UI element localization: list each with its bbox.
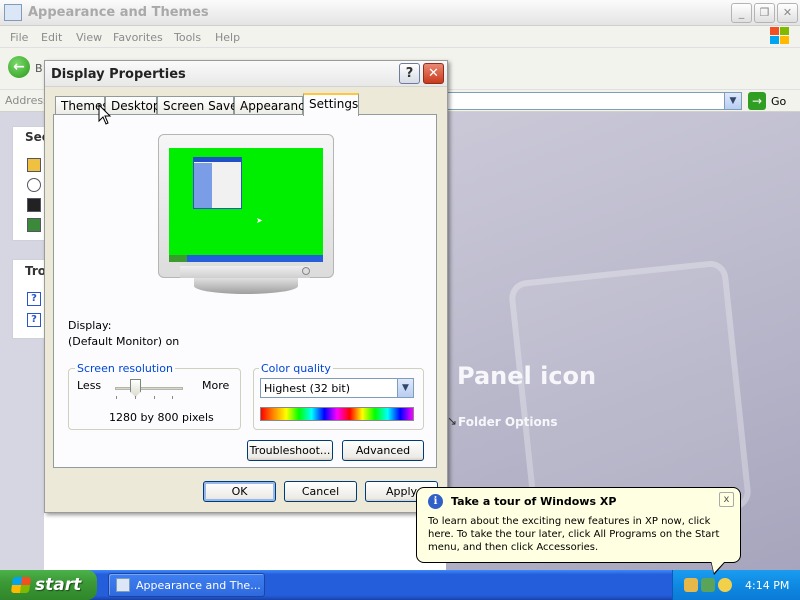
tab-appearance[interactable]: Appearance [234,96,312,115]
address-label: Address [5,94,49,107]
minimize-icon[interactable]: _ [731,3,752,23]
tab-settings[interactable]: Settings [303,93,359,116]
menu-help[interactable]: Help [215,31,240,44]
font-icon[interactable] [27,198,41,212]
chevron-down-icon[interactable]: ▼ [724,92,742,110]
monitor-bezel-bottom [180,266,310,278]
folder-options-link[interactable]: Folder Options [458,415,557,429]
bullet-arrow-icon: ↘ [447,414,458,428]
menu-file[interactable]: File [10,31,28,44]
ok-button[interactable]: OK [203,481,276,502]
back-arrow-icon[interactable]: ← [8,56,30,78]
folder-window-icon[interactable] [116,578,130,592]
color-quality-value[interactable]: Highest (32 bit) [264,382,350,395]
address-input[interactable] [446,92,742,110]
slider-tick [172,396,173,399]
folder-icon[interactable] [27,158,41,172]
tray-network-icon[interactable] [684,578,698,592]
balloon-title[interactable]: Take a tour of Windows XP [451,495,616,508]
monitor-stand [194,278,298,294]
mouse-icon[interactable] [27,178,41,192]
slider-tick [154,396,155,399]
go-arrow-icon[interactable]: → [748,92,766,110]
menu-tools[interactable]: Tools [174,31,201,44]
display-value: (Default Monitor) on [68,335,180,348]
taskbar-window-label[interactable]: Appearance and The... [136,579,261,592]
preview-window-sidebar [194,163,212,208]
close-icon[interactable]: ✕ [777,3,798,23]
windows-logo-icon[interactable] [10,577,32,593]
back-button-label[interactable]: B [35,62,43,75]
screen-resolution-label: Screen resolution [75,362,175,375]
windows-flag-icon [770,27,789,44]
dialog-title: Display Properties [51,67,186,82]
tray-security-icon[interactable] [701,578,715,592]
go-button-label[interactable]: Go [771,95,786,108]
explorer-app-icon [4,4,22,21]
picture-icon[interactable] [27,218,41,232]
less-label: Less [77,379,102,392]
start-label[interactable]: start [35,575,81,595]
menu-favorites[interactable]: Favorites [113,31,163,44]
explorer-title: Appearance and Themes [28,5,209,20]
cancel-button[interactable]: Cancel [284,481,357,502]
troubleshoot-button[interactable]: Troubleshoot... [247,440,333,461]
balloon-body[interactable]: To learn about the exciting new features… [428,515,734,554]
resolution-slider-track[interactable] [115,387,183,390]
help-icon[interactable]: ? [27,313,41,327]
chevron-down-icon[interactable]: ▼ [397,379,413,397]
color-spectrum-bar [260,407,414,421]
preview-window-titlebar [194,157,241,162]
resolution-value: 1280 by 800 pixels [109,411,214,424]
menu-edit[interactable]: Edit [41,31,62,44]
balloon-tail-fill [711,560,726,573]
slider-tick [116,396,117,399]
power-button-icon [302,267,310,275]
preview-taskbar [169,255,323,262]
more-label: More [202,379,230,392]
content-heading: Panel icon [457,362,597,390]
menu-view[interactable]: View [76,31,102,44]
color-quality-label: Color quality [259,362,333,375]
mouse-pointer-icon [98,104,112,125]
tab-desktop[interactable]: Desktop [105,96,161,115]
info-icon: i [428,494,443,509]
display-label: Display: [68,319,112,332]
taskbar-clock: 4:14 PM [745,579,790,592]
preview-cursor-icon: ➤ [256,216,263,225]
dialog-close-button[interactable]: ✕ [423,63,444,84]
troubleshooters-heading: Tro [25,264,47,278]
tray-tour-icon[interactable] [718,578,732,592]
advanced-button[interactable]: Advanced [342,440,424,461]
help-icon[interactable]: ? [27,292,41,306]
preview-start-button [169,255,187,262]
balloon-close-button[interactable]: x [719,492,734,507]
tab-screen-saver[interactable]: Screen Saver [157,96,242,115]
help-button[interactable]: ? [399,63,420,84]
maximize-icon[interactable]: ❐ [754,3,775,23]
